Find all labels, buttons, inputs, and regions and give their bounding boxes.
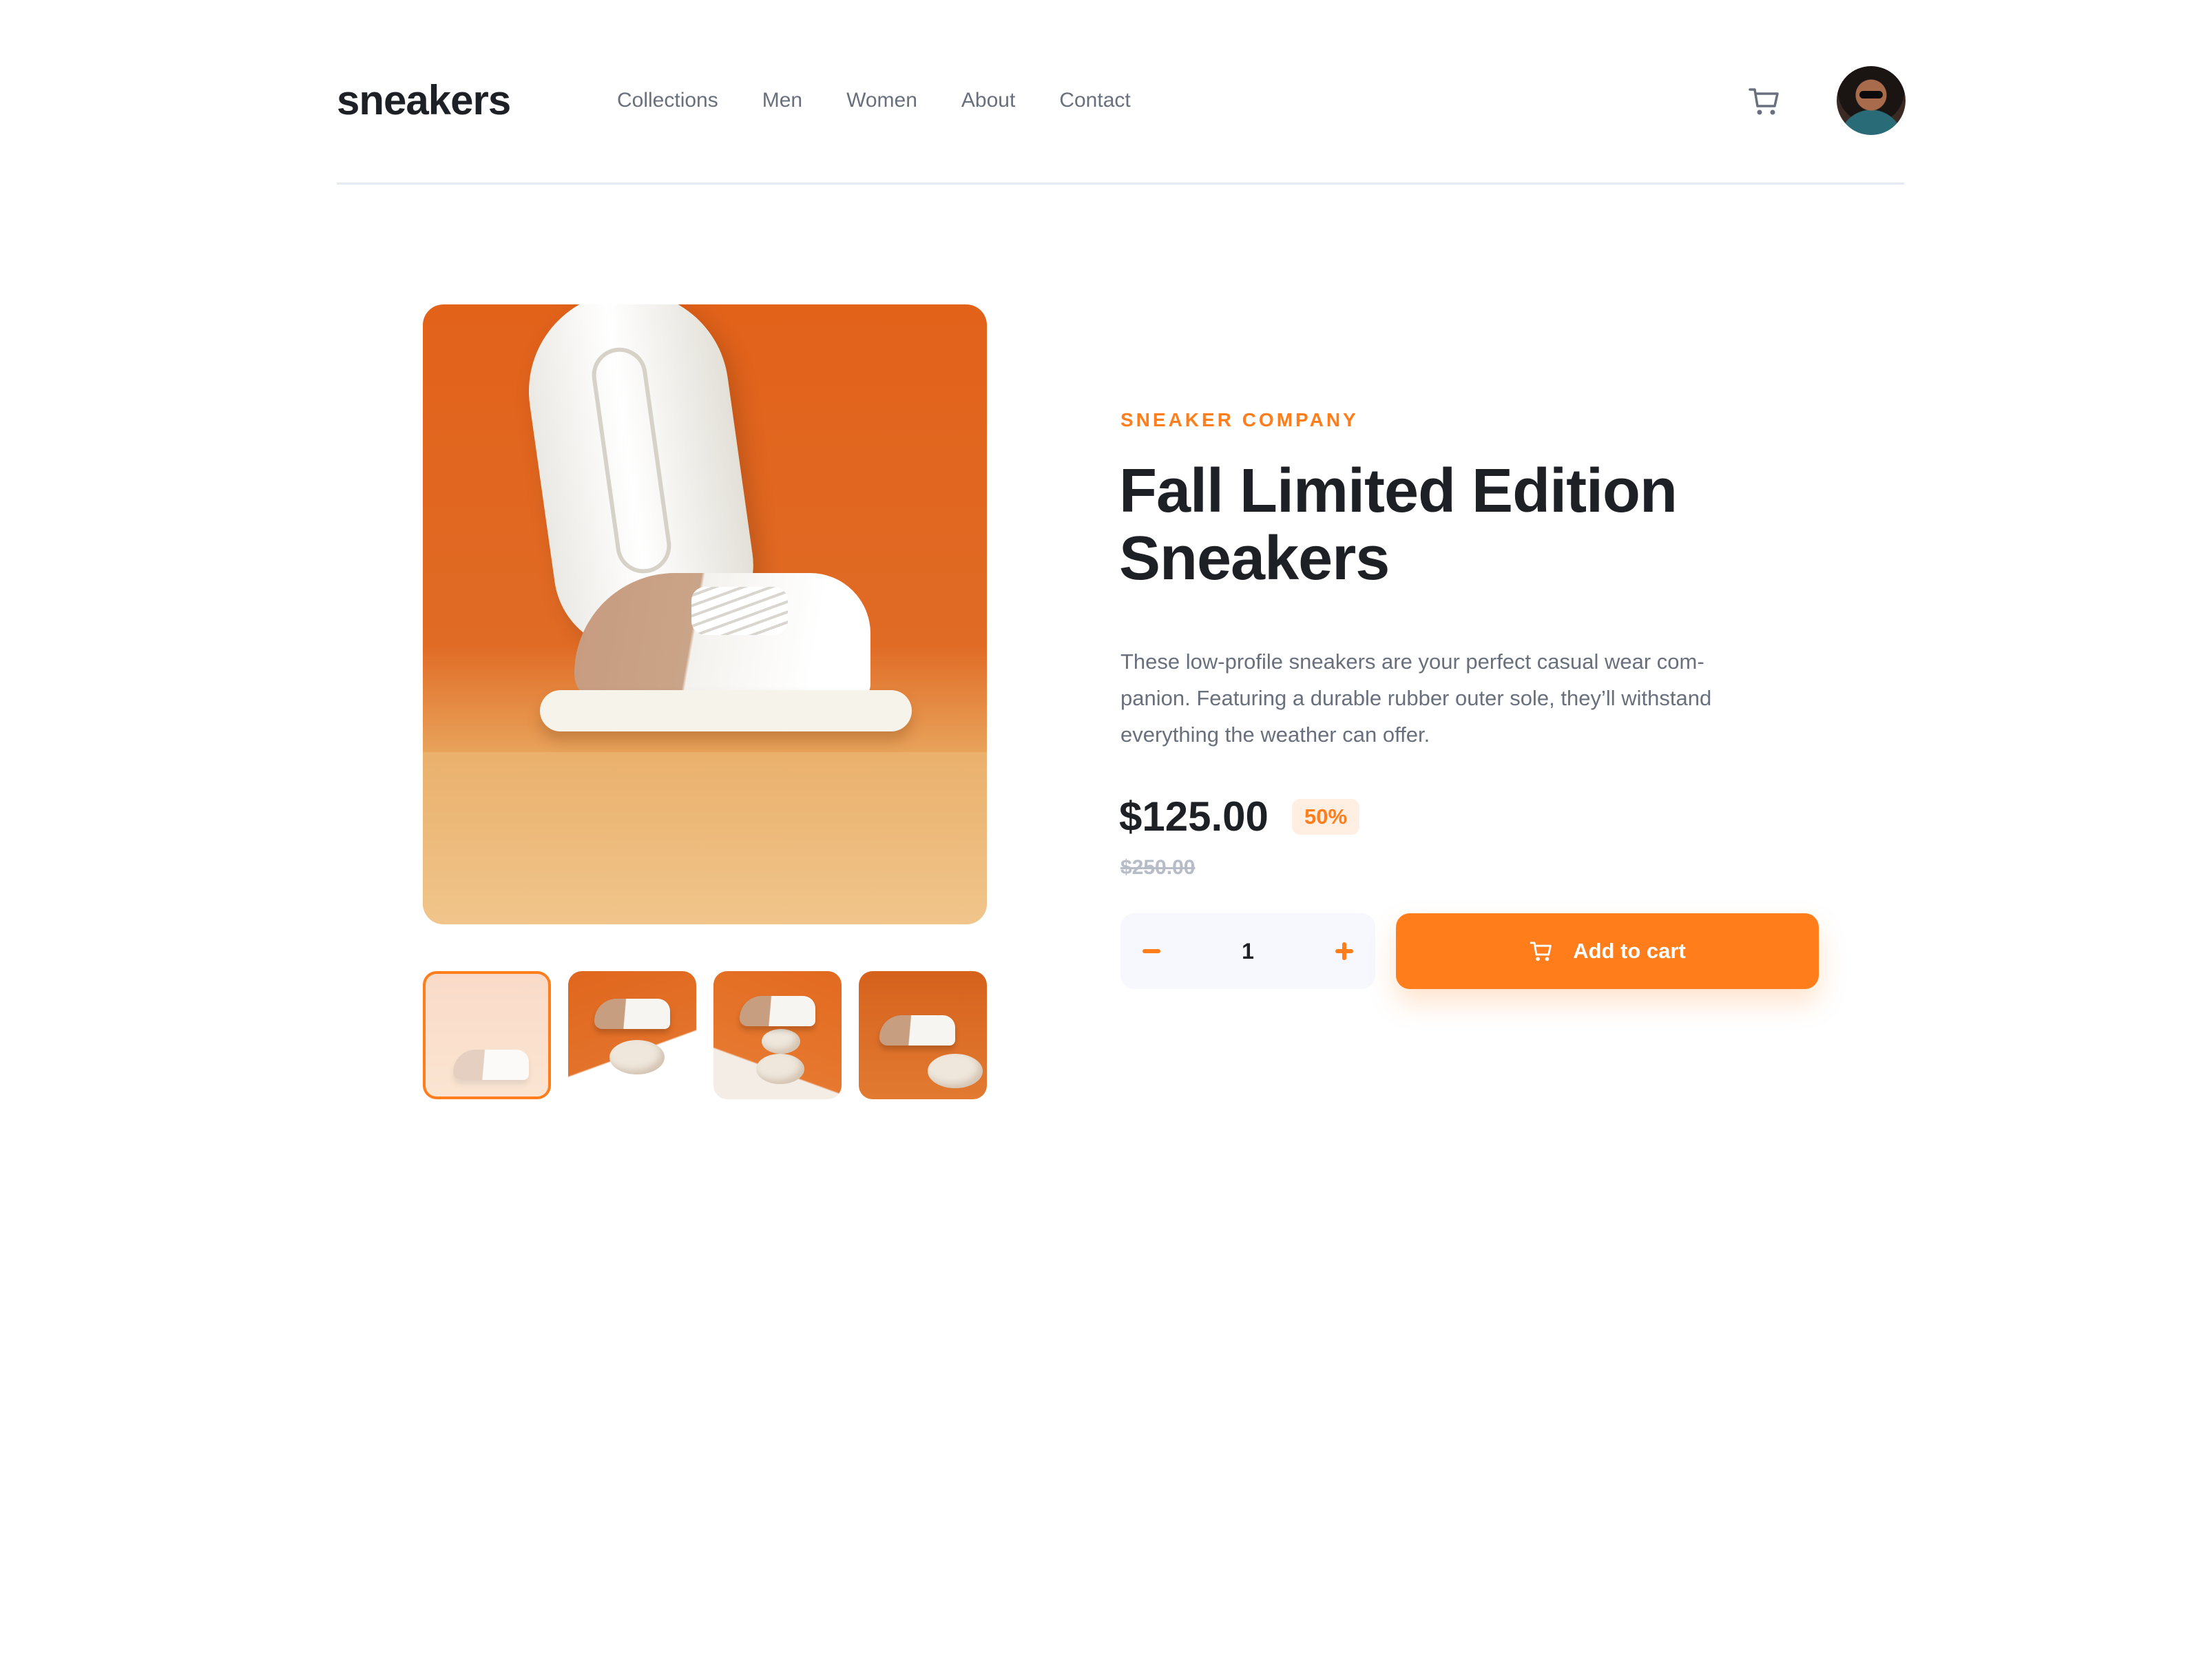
cart-icon: [1530, 942, 1552, 961]
current-price: $125.00: [1119, 793, 1269, 840]
sneaker-laces: [691, 587, 788, 635]
minus-icon[interactable]: [1120, 913, 1182, 989]
thumb-stone: [609, 1040, 665, 1074]
quantity-stepper: [1120, 913, 1375, 989]
avatar-glasses: [1859, 91, 1883, 98]
product-page: sneakers Collections Men Women About Con…: [0, 0, 2212, 1653]
description-line-2: panion. Featuring a durable rubber outer…: [1120, 686, 1712, 710]
add-to-cart-label: Add to cart: [1573, 939, 1686, 963]
plus-glyph: [1335, 942, 1353, 960]
description-line-1: These low-profile sneakers are your perf…: [1120, 649, 1704, 674]
thumbnail-3[interactable]: [713, 971, 842, 1099]
main-nav: Collections Men Women About Contact: [617, 87, 1131, 114]
cart-icon[interactable]: [1747, 84, 1782, 118]
product-title-line-1: Fall Limited Edition: [1119, 457, 1678, 526]
user-avatar[interactable]: [1837, 66, 1906, 135]
company-name: SNEAKER COMPANY: [1120, 409, 1359, 430]
nav-link-collections[interactable]: Collections: [617, 87, 718, 114]
sneaker-sole: [540, 690, 912, 731]
standing-sneaker: [533, 573, 919, 745]
quantity-input[interactable]: [1182, 913, 1313, 989]
thumbnail-1[interactable]: [423, 971, 551, 1099]
description-line-3: everything the weather can offer.: [1120, 722, 1430, 747]
sole-groove: [588, 344, 675, 577]
thumb-stone: [928, 1054, 983, 1088]
add-to-cart-button[interactable]: Add to cart: [1396, 913, 1819, 989]
main-product-image[interactable]: [423, 304, 987, 924]
thumb-shoe: [594, 999, 670, 1029]
cart-icon-graphic: [1749, 88, 1779, 115]
nav-link-women[interactable]: Women: [846, 87, 917, 114]
site-header: sneakers Collections Men Women About Con…: [337, 0, 1906, 185]
thumb-shoe: [740, 996, 815, 1026]
plus-icon[interactable]: [1313, 913, 1375, 989]
thumb-shoe: [879, 1015, 955, 1046]
product-title: Fall Limited Edition Sneakers: [1119, 457, 1808, 592]
thumb-shoe: [453, 1050, 529, 1080]
thumbnail-strip: [423, 971, 987, 1099]
thumbnail-2[interactable]: [568, 971, 696, 1099]
nav-link-men[interactable]: Men: [762, 87, 802, 114]
discount-badge: 50%: [1292, 799, 1360, 835]
thumb-stone: [762, 1029, 800, 1054]
image-floor: [423, 752, 987, 924]
product-description: These low-profile sneakers are your perf…: [1120, 643, 1823, 753]
brand-logo[interactable]: sneakers: [337, 74, 511, 127]
nav-link-about[interactable]: About: [961, 87, 1015, 114]
thumbnail-4[interactable]: [859, 971, 987, 1099]
original-price: $250.00: [1120, 856, 1196, 879]
product-title-line-2: Sneakers: [1119, 524, 1390, 593]
nav-link-contact[interactable]: Contact: [1059, 87, 1130, 114]
thumb-stone: [756, 1054, 804, 1084]
